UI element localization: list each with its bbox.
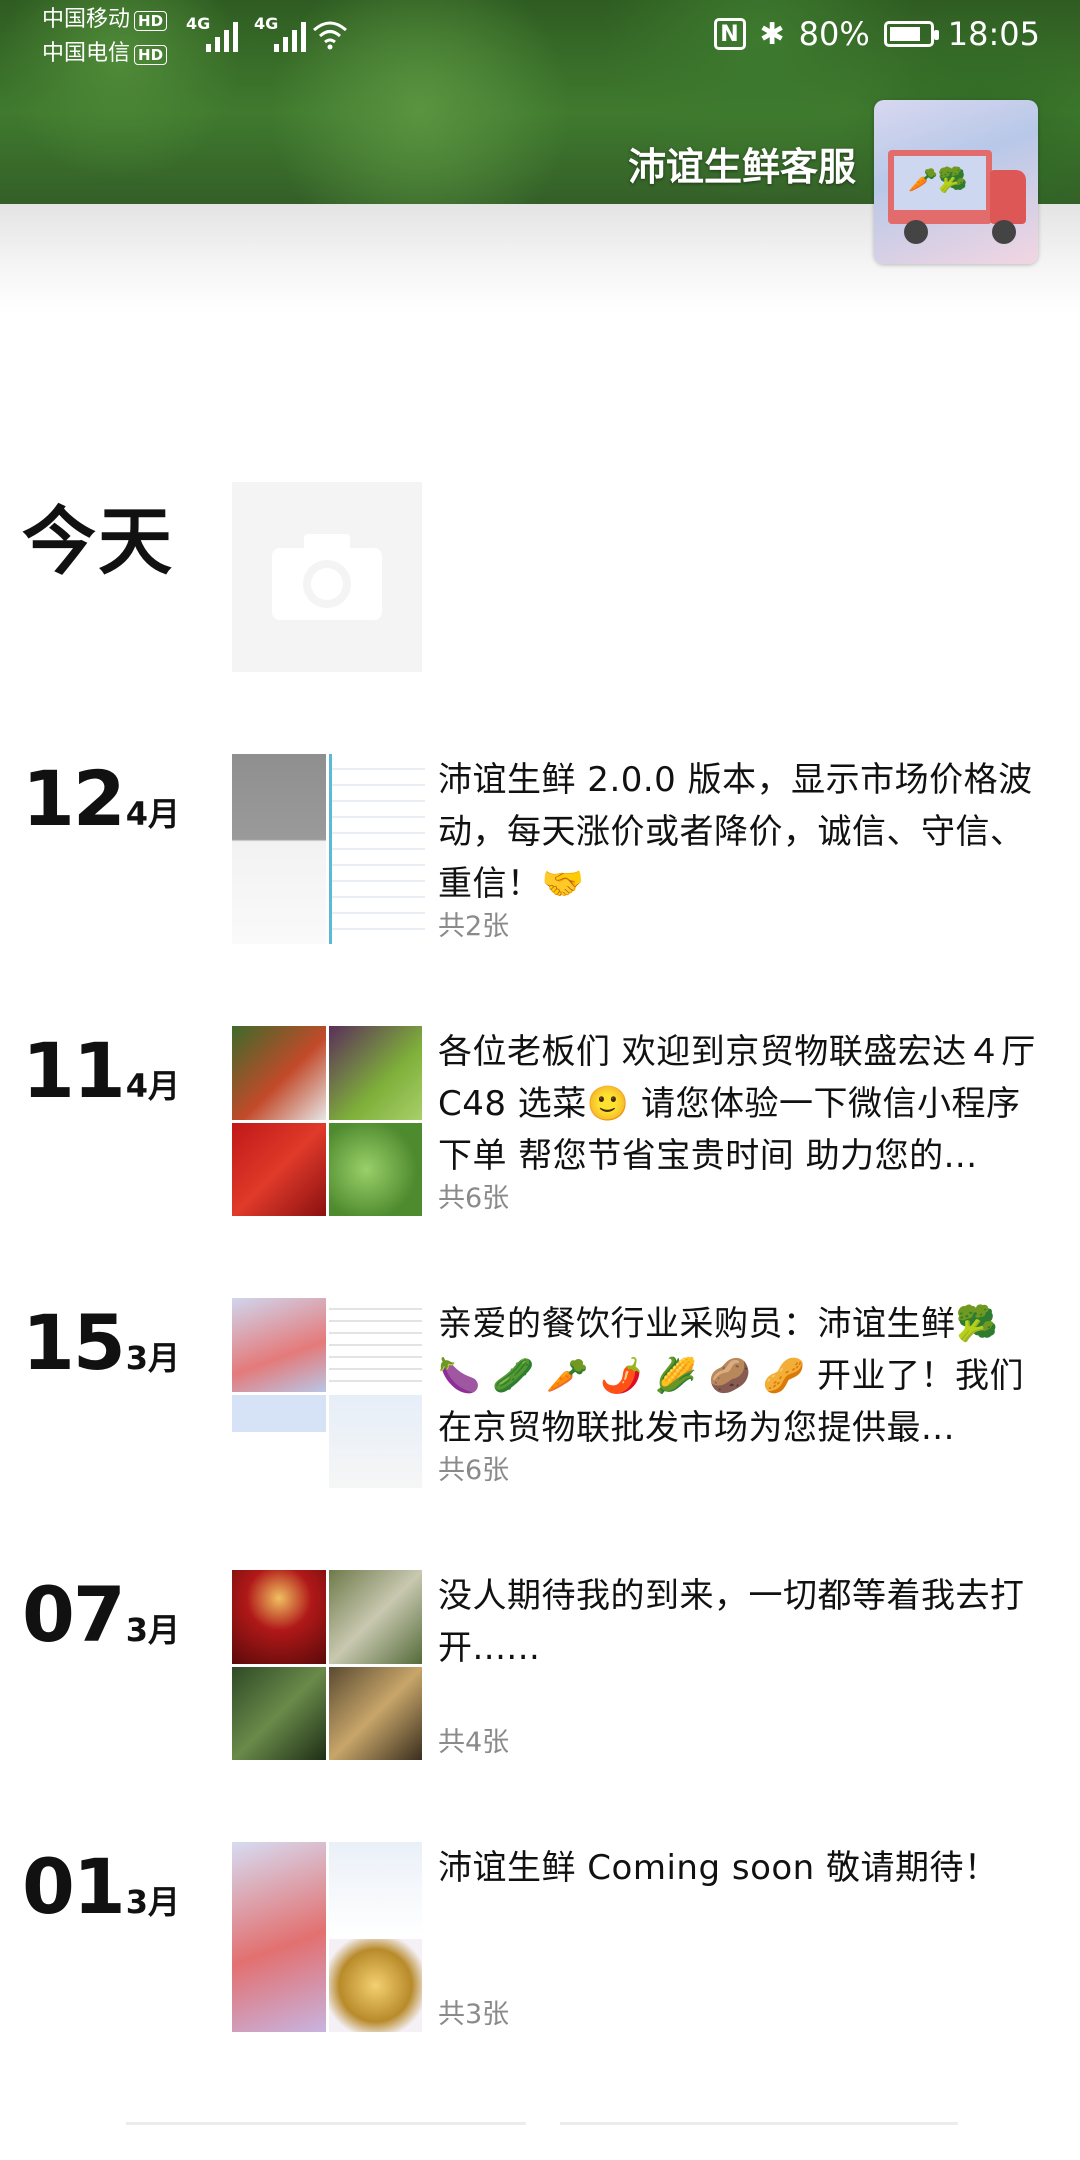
post-month: 3月: [125, 1611, 181, 1649]
post-thumbnail[interactable]: [232, 1570, 422, 1760]
carrier-2: 中国电信 HD: [42, 40, 168, 68]
post-thumbnail[interactable]: [232, 1298, 422, 1488]
post-text: 各位老板们 欢迎到京贸物联盛宏达４厅C48 选菜🙂 请您体验一下微信小程序下单 …: [438, 1032, 1036, 1176]
post-day: 11: [22, 1026, 126, 1115]
clock: 18:05: [947, 15, 1040, 53]
profile-name[interactable]: 沛谊生鲜客服: [628, 136, 856, 191]
hd-badge: HD: [134, 11, 168, 31]
carrier-2-label: 中国电信: [42, 41, 131, 66]
hd-badge: HD: [134, 45, 168, 65]
today-label: 今天: [22, 499, 174, 585]
post-text: 亲爱的餐饮行业采购员：沛谊生鲜🥦 🍆 🥒 🥕 🌶️ 🌽 🥔 🥜 开业了！我们在京…: [438, 1304, 1024, 1448]
post-day: 01: [22, 1842, 126, 1931]
bluetooth-icon: ✱: [759, 16, 785, 52]
post-day: 12: [22, 754, 126, 843]
post-image-count: 共4张: [438, 1727, 510, 1758]
wifi-icon: [313, 21, 347, 50]
carrier-1-label: 中国移动: [42, 7, 131, 32]
post-month: 3月: [125, 1883, 181, 1921]
avatar[interactable]: 🥕🥦: [874, 100, 1038, 264]
divider: [560, 2122, 958, 2125]
post-date: 114月: [22, 1026, 180, 1116]
post-month: 4月: [125, 1067, 181, 1105]
post-text: 沛谊生鲜 2.0.0 版本，显示市场价格波动，每天涨价或者降价，诚信、守信、重信…: [438, 760, 1033, 904]
post-month: 3月: [125, 1339, 181, 1377]
battery-icon: [883, 21, 939, 47]
post-date: 153月: [22, 1298, 180, 1388]
camera-icon: [272, 534, 382, 620]
list-item[interactable]: 013月 沛谊生鲜 Coming soon 敬请期待！ 共3张: [0, 1842, 1080, 2032]
post-thumbnail[interactable]: [232, 754, 425, 944]
status-bar: 中国移动 HD 中国电信 HD 4G 4G N ✱ 80% 18:05: [0, 0, 1080, 70]
post-text: 没人期待我的到来，一切都等着我去打开......: [438, 1576, 1025, 1668]
post-date: 013月: [22, 1842, 180, 1932]
post-day: 15: [22, 1298, 126, 1387]
nfc-icon: N: [713, 18, 746, 50]
post-image-count: 共2张: [438, 911, 510, 942]
add-post-button[interactable]: [232, 482, 422, 672]
signal-2-icon: [274, 18, 306, 52]
list-item[interactable]: 114月 各位老板们 欢迎到京贸物联盛宏达４厅C48 选菜🙂 请您体验一下微信小…: [0, 1026, 1080, 1216]
status-right: N ✱ 80% 18:05: [713, 14, 1040, 54]
carrier-1: 中国移动 HD: [42, 6, 168, 34]
list-item[interactable]: 073月 没人期待我的到来，一切都等着我去打开...... 共4张: [0, 1570, 1080, 1760]
post-month: 4月: [125, 795, 181, 833]
post-thumbnail[interactable]: [232, 1026, 422, 1216]
post-text: 沛谊生鲜 Coming soon 敬请期待！: [438, 1848, 999, 1888]
list-item[interactable]: 124月 沛谊生鲜 2.0.0 版本，显示市场价格波动，每天涨价或者降价，诚信、…: [0, 754, 1080, 944]
post-thumbnail[interactable]: [232, 1842, 422, 2032]
signal-1-icon: [206, 18, 238, 52]
post-day: 07: [22, 1570, 126, 1659]
post-image-count: 共6张: [438, 1455, 510, 1486]
battery-percent: 80%: [798, 15, 870, 53]
list-item[interactable]: 153月 亲爱的餐饮行业采购员：沛谊生鲜🥦 🍆 🥒 🥕 🌶️ 🌽 🥔 🥜 开业了…: [0, 1298, 1080, 1488]
post-date: 124月: [22, 754, 180, 844]
post-date: 073月: [22, 1570, 180, 1660]
post-image-count: 共6张: [438, 1183, 510, 1214]
divider: [126, 2122, 526, 2125]
post-image-count: 共3张: [438, 1999, 510, 2030]
